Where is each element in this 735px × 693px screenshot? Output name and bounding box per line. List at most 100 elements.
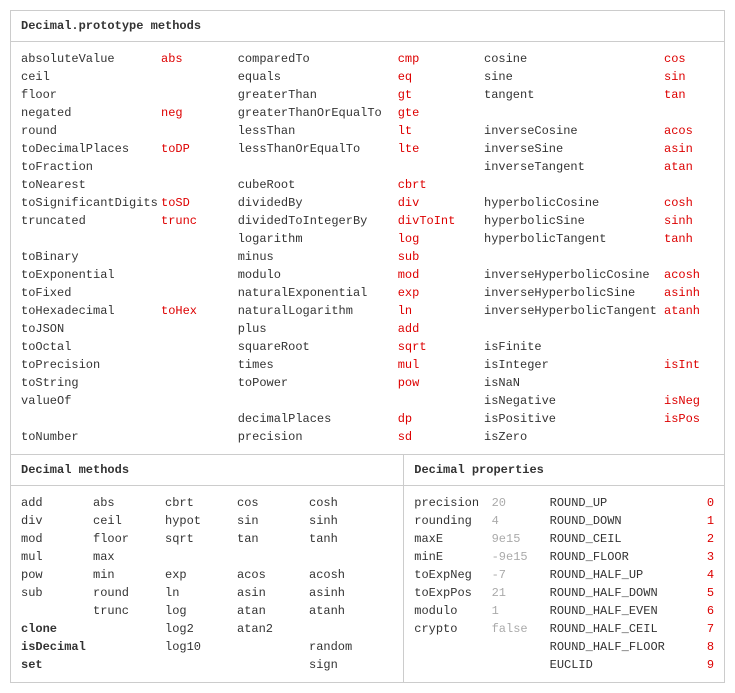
method-row: isFinite bbox=[484, 338, 714, 356]
dm-cell: floor bbox=[93, 530, 165, 548]
method-name: isNegative bbox=[484, 392, 664, 410]
dm-cell bbox=[237, 548, 309, 566]
method-alias: ln bbox=[398, 302, 458, 320]
method-alias: toSD bbox=[161, 194, 211, 212]
dm-cell: clone bbox=[21, 620, 93, 638]
dm-cell: sinh bbox=[309, 512, 381, 530]
method-alias bbox=[161, 122, 211, 140]
method-name: cosine bbox=[484, 50, 664, 68]
dp-round-num: 0 bbox=[685, 494, 714, 512]
method-row bbox=[238, 158, 484, 176]
method-name: lessThanOrEqualTo bbox=[238, 140, 398, 158]
dp-round-num: 7 bbox=[685, 620, 714, 638]
method-name: times bbox=[238, 356, 398, 374]
dp-round-num: 1 bbox=[685, 512, 714, 530]
dp-round-num: 9 bbox=[685, 656, 714, 674]
method-row: isPositiveisPos bbox=[484, 410, 714, 428]
method-name: inverseHyperbolicSine bbox=[484, 284, 664, 302]
dm-cell: tan bbox=[237, 530, 309, 548]
method-row: toNearest bbox=[21, 176, 238, 194]
dp-round-num: 2 bbox=[685, 530, 714, 548]
dm-cell: sign bbox=[309, 656, 381, 674]
method-name: naturalExponential bbox=[238, 284, 398, 302]
method-row: hyperbolicTangenttanh bbox=[484, 230, 714, 248]
method-alias bbox=[161, 320, 211, 338]
method-alias: trunc bbox=[161, 212, 211, 230]
dm-cell: cbrt bbox=[165, 494, 237, 512]
method-name: toOctal bbox=[21, 338, 161, 356]
method-alias bbox=[161, 158, 211, 176]
method-row: inverseTangentatan bbox=[484, 158, 714, 176]
method-row: timesmul bbox=[238, 356, 484, 374]
method-name: toHexadecimal bbox=[21, 302, 161, 320]
method-row: isNegativeisNeg bbox=[484, 392, 714, 410]
dm-cell: max bbox=[93, 548, 165, 566]
dm-cell: abs bbox=[93, 494, 165, 512]
dm-cell: log10 bbox=[165, 638, 237, 656]
dp-round-mode: ROUND_FLOOR bbox=[550, 548, 685, 566]
dm-cell: acosh bbox=[309, 566, 381, 584]
method-row: modulomod bbox=[238, 266, 484, 284]
dm-cell: sub bbox=[21, 584, 93, 602]
method-name: squareRoot bbox=[238, 338, 398, 356]
dm-row: clone log2atan2 bbox=[21, 620, 393, 638]
method-row: plusadd bbox=[238, 320, 484, 338]
dp-row: EUCLID9 bbox=[414, 656, 714, 674]
method-row: toString bbox=[21, 374, 238, 392]
dm-row: mulmax bbox=[21, 548, 393, 566]
method-row: naturalLogarithmln bbox=[238, 302, 484, 320]
dp-value: 9e15 bbox=[492, 530, 550, 548]
dp-round-mode: ROUND_CEIL bbox=[550, 530, 685, 548]
method-alias bbox=[664, 374, 714, 392]
dp-key: rounding bbox=[414, 512, 491, 530]
method-alias bbox=[664, 248, 714, 266]
method-row: absoluteValueabs bbox=[21, 50, 238, 68]
method-row bbox=[484, 104, 714, 122]
dp-row: maxE9e15ROUND_CEIL2 bbox=[414, 530, 714, 548]
method-alias bbox=[664, 338, 714, 356]
method-name bbox=[484, 176, 664, 194]
method-alias: acos bbox=[664, 122, 714, 140]
method-alias: sub bbox=[398, 248, 458, 266]
method-name: inverseSine bbox=[484, 140, 664, 158]
method-alias bbox=[161, 374, 211, 392]
dm-cell bbox=[309, 620, 381, 638]
method-alias: divToInt bbox=[398, 212, 458, 230]
method-alias: lt bbox=[398, 122, 458, 140]
dp-round-num: 6 bbox=[685, 602, 714, 620]
method-name: comparedTo bbox=[238, 50, 398, 68]
method-alias bbox=[161, 356, 211, 374]
method-row: ceil bbox=[21, 68, 238, 86]
dp-key: precision bbox=[414, 494, 491, 512]
method-name: floor bbox=[21, 86, 161, 104]
method-name: plus bbox=[238, 320, 398, 338]
decimal-methods-title: Decimal methods bbox=[11, 455, 403, 486]
method-alias: cosh bbox=[664, 194, 714, 212]
dm-cell: cosh bbox=[309, 494, 381, 512]
dp-value: 21 bbox=[492, 584, 550, 602]
method-row: toFixed bbox=[21, 284, 238, 302]
method-name: tangent bbox=[484, 86, 664, 104]
method-row: toPrecision bbox=[21, 356, 238, 374]
method-row bbox=[484, 176, 714, 194]
method-alias bbox=[161, 338, 211, 356]
method-name bbox=[238, 392, 398, 410]
dp-round-num: 4 bbox=[685, 566, 714, 584]
dp-round-mode: ROUND_UP bbox=[550, 494, 685, 512]
method-alias bbox=[161, 284, 211, 302]
dm-cell: add bbox=[21, 494, 93, 512]
method-name: inverseTangent bbox=[484, 158, 664, 176]
method-name bbox=[484, 248, 664, 266]
method-alias bbox=[161, 392, 211, 410]
method-row: isZero bbox=[484, 428, 714, 446]
method-name: sine bbox=[484, 68, 664, 86]
method-row: lessThanlt bbox=[238, 122, 484, 140]
dm-cell: mul bbox=[21, 548, 93, 566]
method-row: cubeRootcbrt bbox=[238, 176, 484, 194]
method-alias bbox=[161, 248, 211, 266]
dp-row: ROUND_HALF_FLOOR8 bbox=[414, 638, 714, 656]
method-name: ceil bbox=[21, 68, 161, 86]
dm-cell: ln bbox=[165, 584, 237, 602]
dp-round-mode: ROUND_HALF_FLOOR bbox=[550, 638, 685, 656]
method-alias bbox=[664, 320, 714, 338]
